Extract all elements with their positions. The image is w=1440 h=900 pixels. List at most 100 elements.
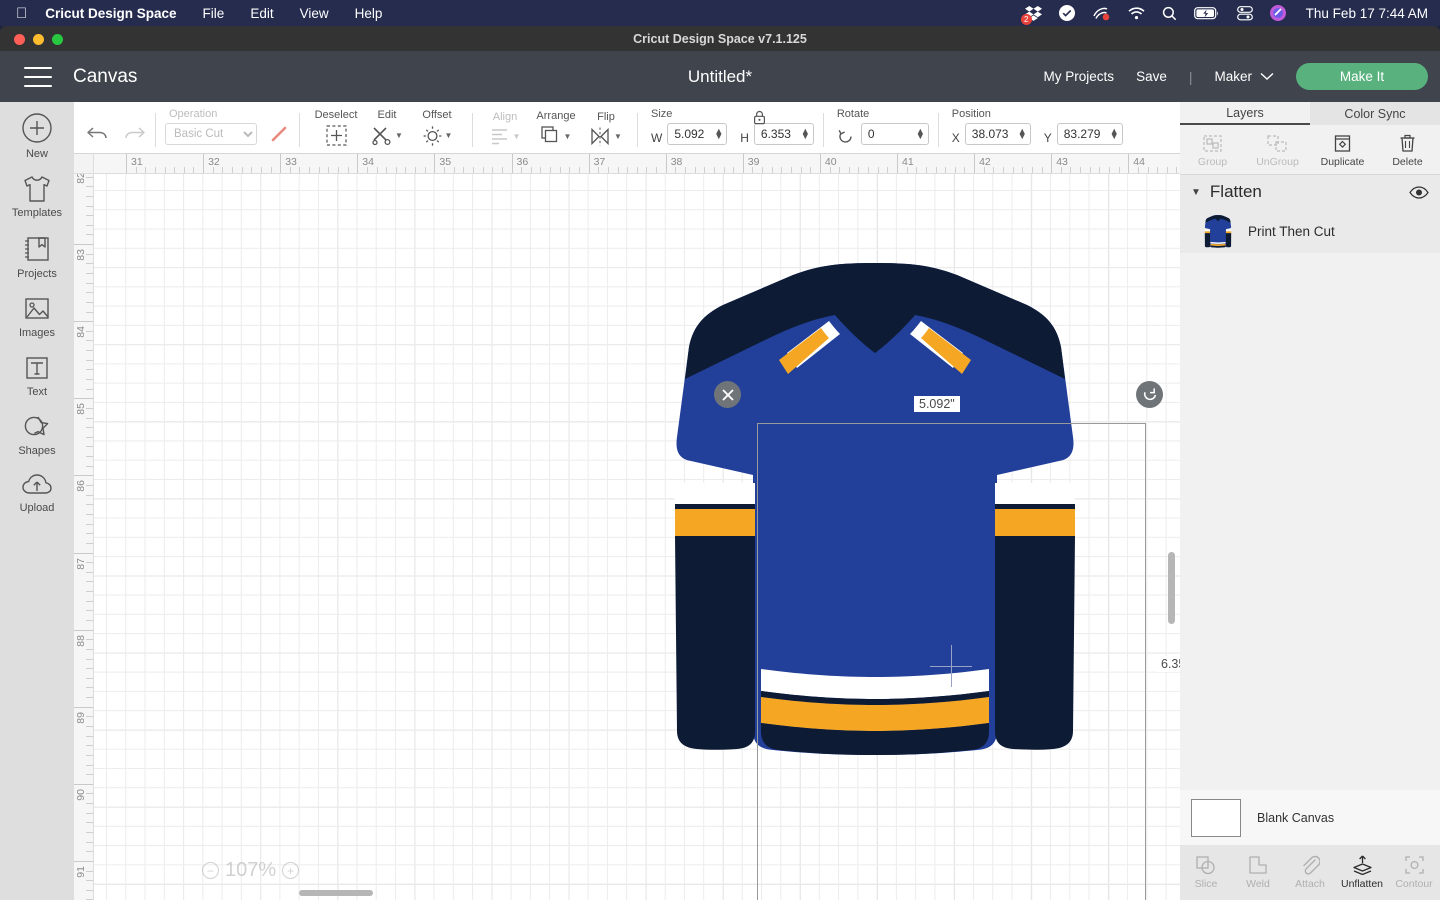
- slice-button[interactable]: Slice: [1180, 845, 1232, 900]
- machine-selector-label[interactable]: Maker: [1214, 69, 1252, 84]
- search-icon[interactable]: [1162, 6, 1177, 21]
- window-maximize-button[interactable]: [52, 34, 63, 45]
- sidebar-label-templates: Templates: [11, 207, 63, 219]
- dropbox-icon[interactable]: 2: [1020, 5, 1042, 25]
- group-button[interactable]: Group: [1180, 128, 1245, 174]
- ungroup-button[interactable]: UnGroup: [1245, 128, 1310, 174]
- align-button[interactable]: Align ▼: [482, 111, 528, 153]
- operation-select[interactable]: Basic Cut: [165, 123, 257, 145]
- macos-menu-file[interactable]: File: [203, 6, 225, 21]
- align-lines-icon: ▼: [490, 127, 520, 146]
- my-projects-link[interactable]: My Projects: [1044, 69, 1115, 84]
- sidebar-item-text[interactable]: Text: [0, 354, 74, 398]
- make-it-button[interactable]: Make It: [1296, 63, 1428, 90]
- selection-rotate-handle[interactable]: [1136, 381, 1163, 408]
- duplicate-button[interactable]: Duplicate: [1310, 128, 1375, 174]
- width-field[interactable]: ▲▼: [667, 123, 728, 145]
- canvas-background-row[interactable]: Blank Canvas: [1180, 790, 1440, 845]
- canvas-color-swatch[interactable]: [1191, 798, 1241, 837]
- ruler-minor-tick-h: [598, 167, 600, 173]
- design-canvas[interactable]: 31 32 33 34 35 36 37 38 39 40 41 42 43 44 82 83 84 85 86 8…: [74, 154, 1180, 900]
- window-minimize-button[interactable]: [33, 34, 44, 45]
- siri-icon[interactable]: [1269, 5, 1286, 21]
- width-input[interactable]: [668, 127, 715, 141]
- ruler-minor-tick-h: [424, 167, 426, 173]
- height-input[interactable]: [754, 127, 801, 141]
- undo-arrow-icon[interactable]: [86, 124, 110, 144]
- zoom-out-button[interactable]: −: [202, 862, 219, 879]
- y-input[interactable]: [1057, 127, 1110, 141]
- eye-icon[interactable]: [1409, 185, 1429, 199]
- sidebar-item-projects[interactable]: Projects: [0, 234, 74, 280]
- height-field[interactable]: ▲▼: [753, 123, 814, 145]
- sidebar-item-templates[interactable]: Templates: [0, 175, 74, 219]
- rotate-icon[interactable]: [837, 128, 854, 145]
- delete-button[interactable]: Delete: [1375, 128, 1440, 174]
- ruler-tick-label: 34: [362, 156, 374, 168]
- deselect-button[interactable]: Deselect: [309, 109, 363, 153]
- tab-color-sync[interactable]: Color Sync: [1310, 102, 1440, 125]
- canvas-grid[interactable]: 5.092" 6.353" − 107% +: [94, 174, 1180, 900]
- x-field[interactable]: ▲▼: [964, 123, 1031, 145]
- wifi-icon[interactable]: [1128, 6, 1145, 20]
- plus-circle-icon: [21, 112, 53, 144]
- y-stepper[interactable]: ▲ ▼: [1110, 127, 1122, 141]
- ruler-minor-tick-h: [395, 167, 397, 173]
- canvas-vertical-scrollbar[interactable]: [1168, 552, 1175, 624]
- ruler-minor-tick-h: [366, 167, 368, 173]
- ruler-minor-tick-v: [86, 427, 93, 429]
- rotate-field[interactable]: ▲▼: [860, 123, 929, 145]
- ruler-minor-tick-v: [86, 677, 93, 679]
- ruler-tick-label: 32: [208, 156, 220, 168]
- lock-closed-icon[interactable]: [753, 110, 766, 125]
- rotate-stepper[interactable]: ▲ ▼: [916, 127, 928, 141]
- sidebar-item-new[interactable]: New: [0, 112, 74, 160]
- weld-icon: [1247, 855, 1269, 875]
- contour-button[interactable]: Contour: [1388, 845, 1440, 900]
- chevron-down-icon[interactable]: [1260, 72, 1274, 81]
- edit-button[interactable]: Edit ▼: [363, 109, 411, 153]
- macos-clock[interactable]: Thu Feb 17 7:44 AM: [1306, 6, 1428, 21]
- selection-delete-handle[interactable]: [714, 381, 741, 408]
- macos-menu-view[interactable]: View: [300, 6, 329, 21]
- x-input[interactable]: [965, 127, 1018, 141]
- attach-button[interactable]: Attach: [1284, 845, 1336, 900]
- macos-app-name[interactable]: Cricut Design Space: [45, 6, 176, 21]
- flip-button[interactable]: Flip ▼: [584, 111, 628, 153]
- layer-group-header[interactable]: ▼ Flatten: [1180, 175, 1440, 209]
- rotate-input[interactable]: [861, 127, 916, 141]
- height-stepper[interactable]: ▲ ▼: [801, 127, 813, 141]
- weld-button[interactable]: Weld: [1232, 845, 1284, 900]
- arrange-button[interactable]: Arrange ▼: [528, 110, 584, 153]
- offset-button[interactable]: Offset ▼: [411, 109, 463, 153]
- save-button[interactable]: Save: [1136, 69, 1167, 84]
- layer-row-print-then-cut[interactable]: Print Then Cut: [1180, 209, 1440, 253]
- x-stepper[interactable]: ▲ ▼: [1018, 127, 1030, 141]
- ruler-minor-tick-v: [86, 273, 93, 274]
- document-title[interactable]: Untitled*: [688, 67, 752, 87]
- width-stepper[interactable]: ▲ ▼: [714, 127, 726, 141]
- ruler-tick-label: 31: [131, 156, 143, 168]
- checkmark-circle-icon[interactable]: [1058, 5, 1075, 21]
- redo-arrow-icon[interactable]: [122, 124, 146, 144]
- macos-menu-help[interactable]: Help: [355, 6, 383, 21]
- canvas-horizontal-scrollbar[interactable]: [299, 890, 373, 896]
- macos-menu-edit[interactable]: Edit: [250, 6, 273, 21]
- control-center-icon[interactable]: [1236, 5, 1253, 21]
- record-icon[interactable]: [1092, 5, 1111, 21]
- ruler-tick-label: 37: [593, 156, 606, 168]
- caret-down-icon[interactable]: ▼: [1191, 187, 1201, 198]
- ruler-minor-tick-v: [86, 619, 93, 621]
- window-close-button[interactable]: [14, 34, 25, 45]
- sidebar-item-upload[interactable]: Upload: [0, 472, 74, 514]
- battery-icon[interactable]: [1193, 6, 1220, 20]
- tab-layers[interactable]: Layers: [1180, 102, 1310, 125]
- hamburger-icon[interactable]: [24, 66, 52, 87]
- sidebar-item-shapes[interactable]: Shapes: [0, 413, 74, 457]
- zoom-in-button[interactable]: +: [282, 862, 300, 879]
- sidebar-item-images[interactable]: Images: [0, 295, 74, 339]
- apple-icon[interactable]: : [16, 6, 27, 21]
- y-field[interactable]: ▲▼: [1056, 123, 1123, 145]
- pen-color-icon[interactable]: [268, 123, 290, 145]
- unflatten-button[interactable]: Unflatten: [1336, 845, 1388, 900]
